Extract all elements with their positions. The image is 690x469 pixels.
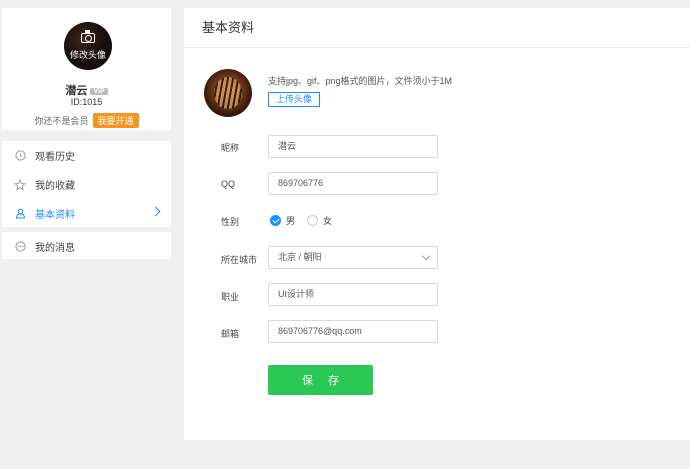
qq-label: QQ	[221, 179, 236, 189]
avatar-edit-label: 修改头像	[69, 50, 106, 60]
sidebar-item-profile[interactable]: 基本资料	[2, 199, 171, 228]
gender-option-label: 男	[286, 216, 296, 226]
city-select-value: 北京 / 朝阳	[278, 252, 322, 262]
save-button[interactable]: 保 存	[268, 365, 373, 395]
nickname-label: 昵称	[221, 143, 240, 153]
profile-settings-panel: 基本资料 支持jpg、gif、png格式的图片，文件须小于1M 上传头像 昵称 …	[184, 8, 690, 440]
email-label: 邮箱	[221, 329, 240, 339]
nickname-field[interactable]: 潜云	[268, 135, 438, 158]
job-label: 职业	[221, 292, 240, 302]
vip-badge: VIP	[90, 87, 108, 95]
profile-card: 修改头像 潜云 VIP ID:1015 你还不是会员 我要开通	[2, 8, 171, 130]
open-membership-button[interactable]: 我要开通	[92, 113, 139, 128]
membership-status: 你还不是会员 我要开通	[2, 113, 171, 128]
sidebar-item-history[interactable]: 观看历史	[2, 141, 171, 170]
camera-icon	[81, 30, 95, 43]
star-icon	[14, 178, 26, 191]
sidebar-item-label: 我的消息	[35, 243, 75, 254]
city-label: 所在城市	[221, 255, 258, 265]
upload-avatar-button[interactable]: 上传头像	[268, 92, 320, 107]
username-text: 潜云	[65, 85, 88, 97]
chevron-down-icon	[421, 251, 431, 261]
sidebar-nav: 观看历史 我的收藏 基本资料	[2, 141, 171, 227]
chevron-right-icon	[150, 206, 161, 217]
username: 潜云 VIP	[2, 82, 171, 98]
page-title: 基本资料	[184, 8, 690, 48]
sidebar-item-messages[interactable]: 我的消息	[2, 232, 171, 261]
sidebar-item-favorites[interactable]: 我的收藏	[2, 170, 171, 199]
job-field[interactable]: UI设计师	[268, 283, 438, 306]
avatar[interactable]: 修改头像	[64, 22, 112, 70]
user-id: ID:1015	[70, 97, 103, 107]
gender-option-label: 女	[323, 216, 333, 226]
gender-radio-male[interactable]	[270, 215, 281, 226]
sidebar-item-label: 基本资料	[35, 210, 75, 221]
gender-radio-female[interactable]	[307, 215, 319, 226]
sidebar-messages-card: 我的消息	[2, 232, 171, 259]
avatar-upload-hint: 支持jpg、gif、png格式的图片，文件须小于1M	[268, 76, 453, 86]
current-avatar	[204, 69, 252, 117]
email-field[interactable]: 869706776@qq.com	[268, 320, 438, 343]
gender-label: 性别	[221, 217, 240, 227]
user-icon	[14, 208, 26, 220]
message-icon	[14, 241, 26, 253]
qq-field[interactable]: 869706776	[268, 172, 438, 195]
sidebar-item-label: 我的收藏	[35, 181, 75, 192]
gender-radio-group: 男 女	[270, 214, 344, 227]
membership-text: 你还不是会员	[34, 116, 89, 126]
sidebar-item-label: 观看历史	[35, 152, 75, 163]
clock-icon	[14, 150, 26, 162]
city-select[interactable]: 北京 / 朝阳	[268, 246, 438, 269]
